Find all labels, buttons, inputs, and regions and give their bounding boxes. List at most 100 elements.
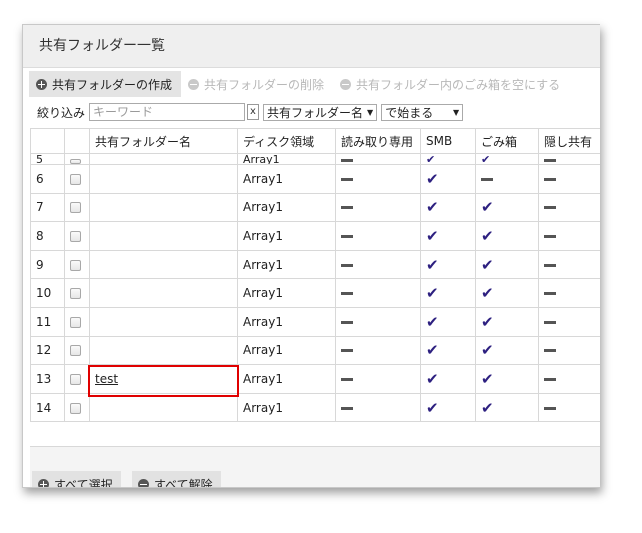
checkmark-icon: ✔ xyxy=(481,226,494,245)
disk-cell: Array1 xyxy=(237,221,336,251)
table-row[interactable]: 13 test Array1 ✔ ✔ xyxy=(30,364,600,394)
disk-cell: Array1 xyxy=(237,164,336,194)
minus-icon xyxy=(138,478,149,487)
row-number: 14 xyxy=(30,392,65,423)
checkmark-icon: ✔ xyxy=(426,198,439,217)
create-shared-folder-button[interactable]: 共有フォルダーの作成 xyxy=(29,71,182,97)
column-header-name[interactable]: 共有フォルダー名 xyxy=(89,128,238,154)
disk-cell: Array1 xyxy=(237,249,336,280)
table-row[interactable]: 7 Array1 ✔ ✔ xyxy=(30,192,600,223)
row-number: 12 xyxy=(30,335,65,366)
checkmark-icon: ✔ xyxy=(481,369,494,388)
plus-icon xyxy=(38,478,49,487)
column-header-number xyxy=(30,128,65,154)
row-number: 10 xyxy=(30,278,65,308)
table-row[interactable]: 10 Array1 ✔ ✔ xyxy=(30,278,600,308)
deselect-all-button[interactable]: すべて解除 xyxy=(132,471,221,487)
row-number: 6 xyxy=(30,164,65,194)
match-mode-select[interactable]: で始まる ▼ xyxy=(381,103,464,121)
column-header-trash[interactable]: ごみ箱 xyxy=(475,128,539,154)
minus-icon xyxy=(340,78,352,90)
row-checkbox[interactable] xyxy=(70,259,81,271)
checkmark-icon: ✔ xyxy=(481,198,494,217)
name-cell xyxy=(89,278,238,308)
column-header-smb[interactable]: SMB xyxy=(420,128,476,154)
checkmark-icon: ✔ xyxy=(426,369,439,388)
table-row[interactable]: 14 Array1 ✔ ✔ xyxy=(30,392,600,423)
name-cell xyxy=(89,221,238,251)
dash-icon xyxy=(341,206,353,210)
dash-icon xyxy=(341,158,353,162)
empty-trash-button[interactable]: 共有フォルダー内のごみ箱を空にする xyxy=(333,71,569,97)
checkmark-icon: ✔ xyxy=(426,255,439,274)
row-number: 11 xyxy=(30,306,65,337)
table-row[interactable]: 5 Array1 ✔ ✔ xyxy=(30,153,600,165)
checkmark-icon: ✔ xyxy=(426,398,439,417)
row-number: 7 xyxy=(30,192,65,223)
row-checkbox[interactable] xyxy=(70,288,81,300)
row-checkbox[interactable] xyxy=(70,173,81,185)
minus-icon xyxy=(188,78,200,90)
shared-folder-table: 共有フォルダー名 ディスク領域 読み取り専用 SMB ごみ箱 隠し共有 5 Ar… xyxy=(30,128,600,423)
row-number: 8 xyxy=(30,221,65,251)
checkmark-icon: ✔ xyxy=(426,284,439,303)
disk-cell: Array1 xyxy=(237,192,336,223)
table-row[interactable]: 6 Array1 ✔ xyxy=(30,164,600,194)
filter-bar: 絞り込み x 共有フォルダー名 ▼ で始まる ▼ xyxy=(37,102,464,122)
row-checkbox[interactable] xyxy=(70,159,81,164)
table-row[interactable]: 12 Array1 ✔ ✔ xyxy=(30,335,600,366)
checkmark-icon: ✔ xyxy=(426,312,439,331)
disk-cell: Array1 xyxy=(237,278,336,308)
row-checkbox[interactable] xyxy=(70,373,81,385)
row-number: 5 xyxy=(30,153,65,165)
filter-field-select[interactable]: 共有フォルダー名 ▼ xyxy=(263,103,378,121)
column-header-select xyxy=(64,128,90,154)
filter-label: 絞り込み xyxy=(37,105,86,120)
checkmark-icon: ✔ xyxy=(481,312,494,331)
delete-shared-folder-button[interactable]: 共有フォルダーの削除 xyxy=(181,71,333,97)
row-checkbox[interactable] xyxy=(70,230,81,242)
dash-icon xyxy=(341,406,353,410)
shared-folder-name-link[interactable]: test xyxy=(95,372,118,386)
dash-icon xyxy=(544,234,556,238)
checkmark-icon: ✔ xyxy=(426,341,439,360)
dash-icon xyxy=(544,292,556,296)
dash-icon xyxy=(341,377,353,381)
checkmark-icon: ✔ xyxy=(426,226,439,245)
checkmark-icon: ✔ xyxy=(426,169,439,188)
dash-icon xyxy=(341,292,353,296)
select-all-button[interactable]: すべて選択 xyxy=(32,471,121,487)
checkmark-icon: ✔ xyxy=(481,255,494,274)
name-cell xyxy=(89,335,238,366)
dash-icon xyxy=(544,158,556,162)
table-row[interactable]: 8 Array1 ✔ ✔ xyxy=(30,221,600,251)
dash-icon xyxy=(341,177,353,181)
column-header-hidden[interactable]: 隠し共有 xyxy=(538,128,600,154)
dash-icon xyxy=(341,349,353,353)
window-title: 共有フォルダー一覧 xyxy=(23,25,600,68)
triangle-down-icon: ▼ xyxy=(367,107,374,117)
row-checkbox[interactable] xyxy=(70,345,81,357)
row-checkbox[interactable] xyxy=(70,316,81,328)
row-checkbox[interactable] xyxy=(70,402,81,414)
row-checkbox[interactable] xyxy=(70,202,81,214)
column-header-readonly[interactable]: 読み取り専用 xyxy=(335,128,421,154)
disk-cell: Array1 xyxy=(237,306,336,337)
row-number: 13 xyxy=(30,364,65,394)
dash-icon xyxy=(544,377,556,381)
triangle-down-icon: ▼ xyxy=(453,107,460,117)
dash-icon xyxy=(544,349,556,353)
keyword-input[interactable] xyxy=(89,103,246,121)
checkmark-icon: ✔ xyxy=(481,284,494,303)
table-header-row: 共有フォルダー名 ディスク領域 読み取り専用 SMB ごみ箱 隠し共有 xyxy=(30,128,600,154)
table-row[interactable]: 9 Array1 ✔ ✔ xyxy=(30,249,600,280)
dash-icon xyxy=(341,320,353,324)
table-row[interactable]: 11 Array1 ✔ ✔ xyxy=(30,306,600,337)
disk-cell: Array1 xyxy=(237,392,336,423)
checkmark-icon: ✔ xyxy=(481,153,491,165)
plus-icon xyxy=(36,78,47,90)
column-header-disk[interactable]: ディスク領域 xyxy=(237,128,336,154)
clear-filter-button[interactable]: x xyxy=(247,104,260,120)
checkmark-icon: ✔ xyxy=(426,153,436,165)
name-cell xyxy=(89,306,238,337)
